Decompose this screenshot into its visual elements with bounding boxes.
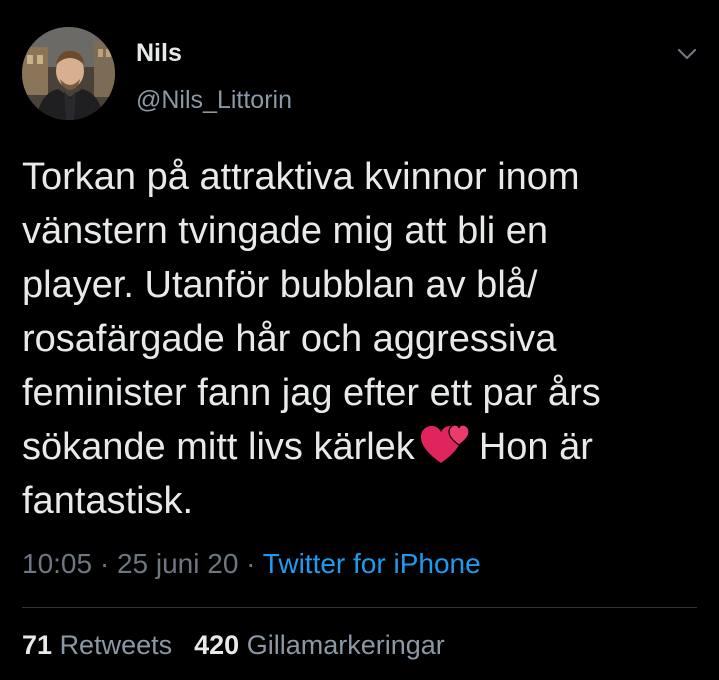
author-handle[interactable]: @Nils_Littorin — [136, 86, 292, 115]
retweets-label: Retweets — [59, 630, 173, 660]
tweet-meta: 10:05 · 25 juni 20 · Twitter for iPhone — [22, 548, 481, 580]
tweet-line-with-emoji: sökande mitt livs kärlek Hon är — [22, 420, 702, 474]
tweet-line: Torkan på attraktiva kvinnor inom — [22, 156, 580, 198]
avatar[interactable] — [22, 27, 115, 120]
likes-label: Gillamarkeringar — [246, 630, 445, 660]
tweet-line: vänstern tvingade mig att bli en — [22, 210, 548, 252]
meta-separator: · — [238, 548, 263, 579]
tweet-line-segment: Hon är — [478, 426, 593, 468]
two-hearts-icon — [420, 423, 471, 465]
tweet-line: player. Utanför bubblan av blå/ — [22, 264, 538, 306]
tweet-text: Torkan på attraktiva kvinnor inom vänste… — [22, 150, 702, 528]
retweets-count: 71 — [22, 630, 53, 660]
divider — [22, 607, 697, 608]
tweet-stats: 71 Retweets 420 Gillamarkeringar — [22, 630, 445, 661]
tweet-line: rosafärgade hår och aggressiva — [22, 318, 557, 360]
author-name[interactable]: Nils — [136, 39, 182, 68]
tweet-line-segment: sökande mitt livs kärlek — [22, 426, 415, 468]
meta-separator: · — [92, 548, 117, 579]
retweets-stat[interactable]: 71 Retweets — [22, 630, 172, 660]
tweet-source-link[interactable]: Twitter for iPhone — [263, 548, 481, 579]
tweet-line: feminister fann jag efter ett par års — [22, 372, 601, 414]
tweet-date: 25 juni 20 — [116, 548, 239, 579]
likes-count: 420 — [194, 630, 240, 660]
likes-stat[interactable]: 420 Gillamarkeringar — [194, 630, 445, 660]
tweet-line: fantastisk. — [22, 480, 194, 522]
chevron-down-icon[interactable] — [675, 44, 699, 64]
tweet-time: 10:05 — [22, 548, 93, 579]
tweet-card: Nils @Nils_Littorin Torkan på attraktiva… — [0, 0, 719, 680]
